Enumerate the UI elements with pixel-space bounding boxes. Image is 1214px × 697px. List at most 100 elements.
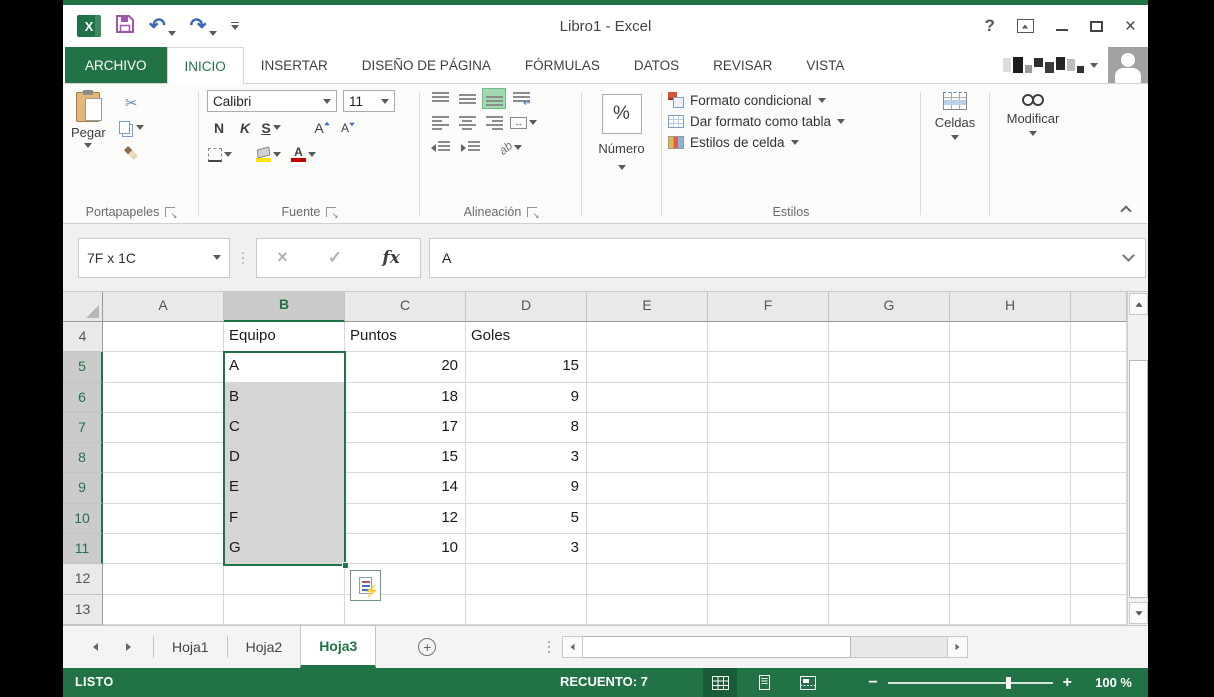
cell-D5[interactable]: 15 xyxy=(466,352,587,382)
chevron-down-icon[interactable] xyxy=(1029,131,1037,136)
cell-F6[interactable] xyxy=(708,383,829,413)
cell-partial-8[interactable] xyxy=(1071,443,1127,473)
cell-G11[interactable] xyxy=(829,534,950,564)
cell-styles-button[interactable]: Estilos de celda xyxy=(668,135,920,150)
maximize-button[interactable] xyxy=(1090,21,1103,32)
cancel-icon[interactable]: × xyxy=(277,247,288,268)
align-middle-button[interactable] xyxy=(455,88,479,109)
cell-G12[interactable] xyxy=(829,564,950,594)
chevron-down-icon[interactable] xyxy=(618,165,626,170)
cell-A5[interactable] xyxy=(103,352,224,382)
tab-scroll-splitter[interactable] xyxy=(548,641,550,653)
chevron-down-icon[interactable] xyxy=(514,145,522,150)
column-header-partial[interactable] xyxy=(1071,292,1127,322)
column-header-F[interactable]: F xyxy=(708,292,829,322)
cell-H5[interactable] xyxy=(950,352,1071,382)
row-header-9[interactable]: 9 xyxy=(63,473,103,503)
minimize-button[interactable] xyxy=(1056,29,1068,31)
redo-button[interactable]: ↷ xyxy=(190,16,217,36)
format-painter-button[interactable] xyxy=(118,142,145,163)
cell-F12[interactable] xyxy=(708,564,829,594)
cell-A7[interactable] xyxy=(103,413,224,443)
cell-B11[interactable]: G xyxy=(224,534,345,564)
column-header-A[interactable]: A xyxy=(103,292,224,322)
cell-C4[interactable]: Puntos xyxy=(345,322,466,352)
cell-F7[interactable] xyxy=(708,413,829,443)
cell-F10[interactable] xyxy=(708,504,829,534)
cell-D13[interactable] xyxy=(466,595,587,625)
format-as-table-button[interactable]: Dar formato como tabla xyxy=(668,114,920,129)
cell-H11[interactable] xyxy=(950,534,1071,564)
tab-datos[interactable]: DATOS xyxy=(617,47,696,83)
cell-E13[interactable] xyxy=(587,595,708,625)
cell-H12[interactable] xyxy=(950,564,1071,594)
copy-button[interactable] xyxy=(118,117,145,138)
cell-F9[interactable] xyxy=(708,473,829,503)
cell-C6[interactable]: 18 xyxy=(345,383,466,413)
cell-H13[interactable] xyxy=(950,595,1071,625)
collapse-ribbon-button[interactable] xyxy=(1120,205,1131,216)
cell-G9[interactable] xyxy=(829,473,950,503)
cell-B10[interactable]: F xyxy=(224,504,345,534)
merge-center-button[interactable]: ↔ xyxy=(509,112,538,133)
cell-D12[interactable] xyxy=(466,564,587,594)
align-center-button[interactable] xyxy=(455,112,479,133)
close-button[interactable]: × xyxy=(1125,17,1136,36)
cell-partial-4[interactable] xyxy=(1071,322,1127,352)
align-right-button[interactable] xyxy=(482,112,506,133)
horizontal-scroll-thumb[interactable] xyxy=(583,636,851,658)
chevron-down-icon[interactable] xyxy=(818,98,826,103)
cell-D6[interactable]: 9 xyxy=(466,383,587,413)
cell-partial-7[interactable] xyxy=(1071,413,1127,443)
tab-diseno-de-pagina[interactable]: DISEÑO DE PÁGINA xyxy=(345,47,508,83)
expand-formula-bar-icon[interactable] xyxy=(1122,249,1135,262)
cell-C10[interactable]: 12 xyxy=(345,504,466,534)
chevron-down-icon[interactable] xyxy=(323,99,331,104)
cell-D10[interactable]: 5 xyxy=(466,504,587,534)
cell-H4[interactable] xyxy=(950,322,1071,352)
cell-E8[interactable] xyxy=(587,443,708,473)
fill-color-button[interactable] xyxy=(255,144,282,165)
cell-G13[interactable] xyxy=(829,595,950,625)
cell-A12[interactable] xyxy=(103,564,224,594)
font-color-button[interactable]: A xyxy=(290,144,317,165)
tab-revisar[interactable]: REVISAR xyxy=(696,47,789,83)
align-top-button[interactable] xyxy=(428,88,452,109)
column-header-B[interactable]: B xyxy=(224,292,345,322)
cell-partial-11[interactable] xyxy=(1071,534,1127,564)
cell-partial-12[interactable] xyxy=(1071,564,1127,594)
clipboard-dialog-launcher[interactable] xyxy=(165,207,175,217)
cell-partial-13[interactable] xyxy=(1071,595,1127,625)
name-box[interactable]: 7F x 1C xyxy=(78,238,230,278)
row-header-8[interactable]: 8 xyxy=(63,443,103,473)
sheet-tab-hoja3[interactable]: Hoja3 xyxy=(300,626,376,668)
formula-input[interactable]: A xyxy=(429,238,1146,278)
scroll-left-button[interactable] xyxy=(562,636,583,658)
row-header-6[interactable]: 6 xyxy=(63,383,103,413)
editing-button[interactable]: Modificar xyxy=(1007,92,1060,136)
customize-quick-access-button[interactable] xyxy=(231,22,239,30)
row-header-11[interactable]: 11 xyxy=(63,534,103,564)
cell-F8[interactable] xyxy=(708,443,829,473)
fill-handle[interactable] xyxy=(342,562,349,569)
cell-A10[interactable] xyxy=(103,504,224,534)
page-layout-view-button[interactable] xyxy=(747,668,781,697)
row-header-7[interactable]: 7 xyxy=(63,413,103,443)
zoom-percentage[interactable]: 100 % xyxy=(1095,675,1132,690)
cell-A11[interactable] xyxy=(103,534,224,564)
cell-partial-10[interactable] xyxy=(1071,504,1127,534)
tab-archivo[interactable]: ARCHIVO xyxy=(65,47,167,83)
alignment-dialog-launcher[interactable] xyxy=(527,207,537,217)
font-name-combo[interactable]: Calibri xyxy=(207,90,337,112)
row-header-5[interactable]: 5 xyxy=(63,352,103,382)
insert-function-icon[interactable]: fx xyxy=(382,248,399,268)
row-header-13[interactable]: 13 xyxy=(63,595,103,625)
vertical-scrollbar[interactable] xyxy=(1127,292,1148,625)
chevron-down-icon[interactable] xyxy=(951,135,959,140)
tab-vista[interactable]: VISTA xyxy=(789,47,861,83)
cell-E10[interactable] xyxy=(587,504,708,534)
cell-A9[interactable] xyxy=(103,473,224,503)
column-header-G[interactable]: G xyxy=(829,292,950,322)
cell-G7[interactable] xyxy=(829,413,950,443)
user-avatar[interactable] xyxy=(1108,47,1148,83)
